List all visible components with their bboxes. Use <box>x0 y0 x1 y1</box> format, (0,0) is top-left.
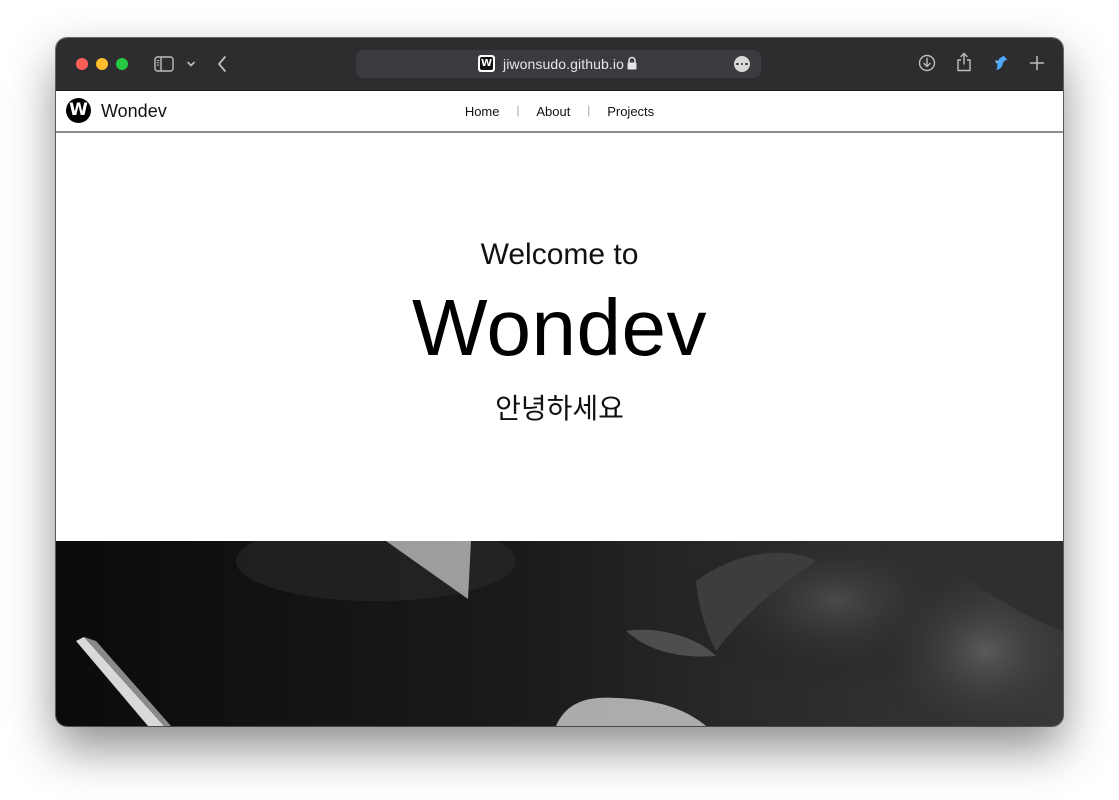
nav-link-projects[interactable]: Projects <box>607 104 654 119</box>
banner-photo <box>56 541 1063 726</box>
hero-welcome-text: Welcome to <box>480 238 639 271</box>
share-icon[interactable] <box>954 51 974 73</box>
browser-toolbar: W jiwonsudo.github.io <box>56 38 1063 91</box>
web-page: W Wondev Home | About | Projects Welcome… <box>56 91 1063 726</box>
favicon-letter: W <box>480 57 493 70</box>
sidebar-icon[interactable] <box>153 55 175 73</box>
nav-link-home[interactable]: Home <box>465 104 500 119</box>
download-icon[interactable] <box>917 53 937 73</box>
zoom-window-button[interactable] <box>116 58 128 70</box>
nav-separator: | <box>587 105 591 117</box>
hero-title: Wondev <box>411 283 708 372</box>
nav-separator: | <box>516 105 520 117</box>
url-text: jiwonsudo.github.io <box>503 56 624 72</box>
browser-window: W jiwonsudo.github.io W Wondev Home | Ab… <box>56 38 1063 726</box>
extension-icon[interactable] <box>991 53 1011 73</box>
lock-icon <box>626 56 638 71</box>
more-icon[interactable] <box>734 56 750 72</box>
close-window-button[interactable] <box>76 58 88 70</box>
hero-section: Welcome to Wondev 안녕하세요 <box>56 133 1063 541</box>
site-favicon: W <box>478 55 495 72</box>
chevron-down-icon[interactable] <box>184 56 198 72</box>
minimize-window-button[interactable] <box>96 58 108 70</box>
nav-links: Home | About | Projects <box>56 91 1063 131</box>
nav-link-about[interactable]: About <box>536 104 570 119</box>
back-arrow-icon[interactable] <box>212 53 232 75</box>
address-bar[interactable]: W jiwonsudo.github.io <box>356 50 761 78</box>
plus-icon[interactable] <box>1027 53 1047 73</box>
site-navbar: W Wondev Home | About | Projects <box>56 91 1063 133</box>
hero-greeting: 안녕하세요 <box>495 392 624 425</box>
